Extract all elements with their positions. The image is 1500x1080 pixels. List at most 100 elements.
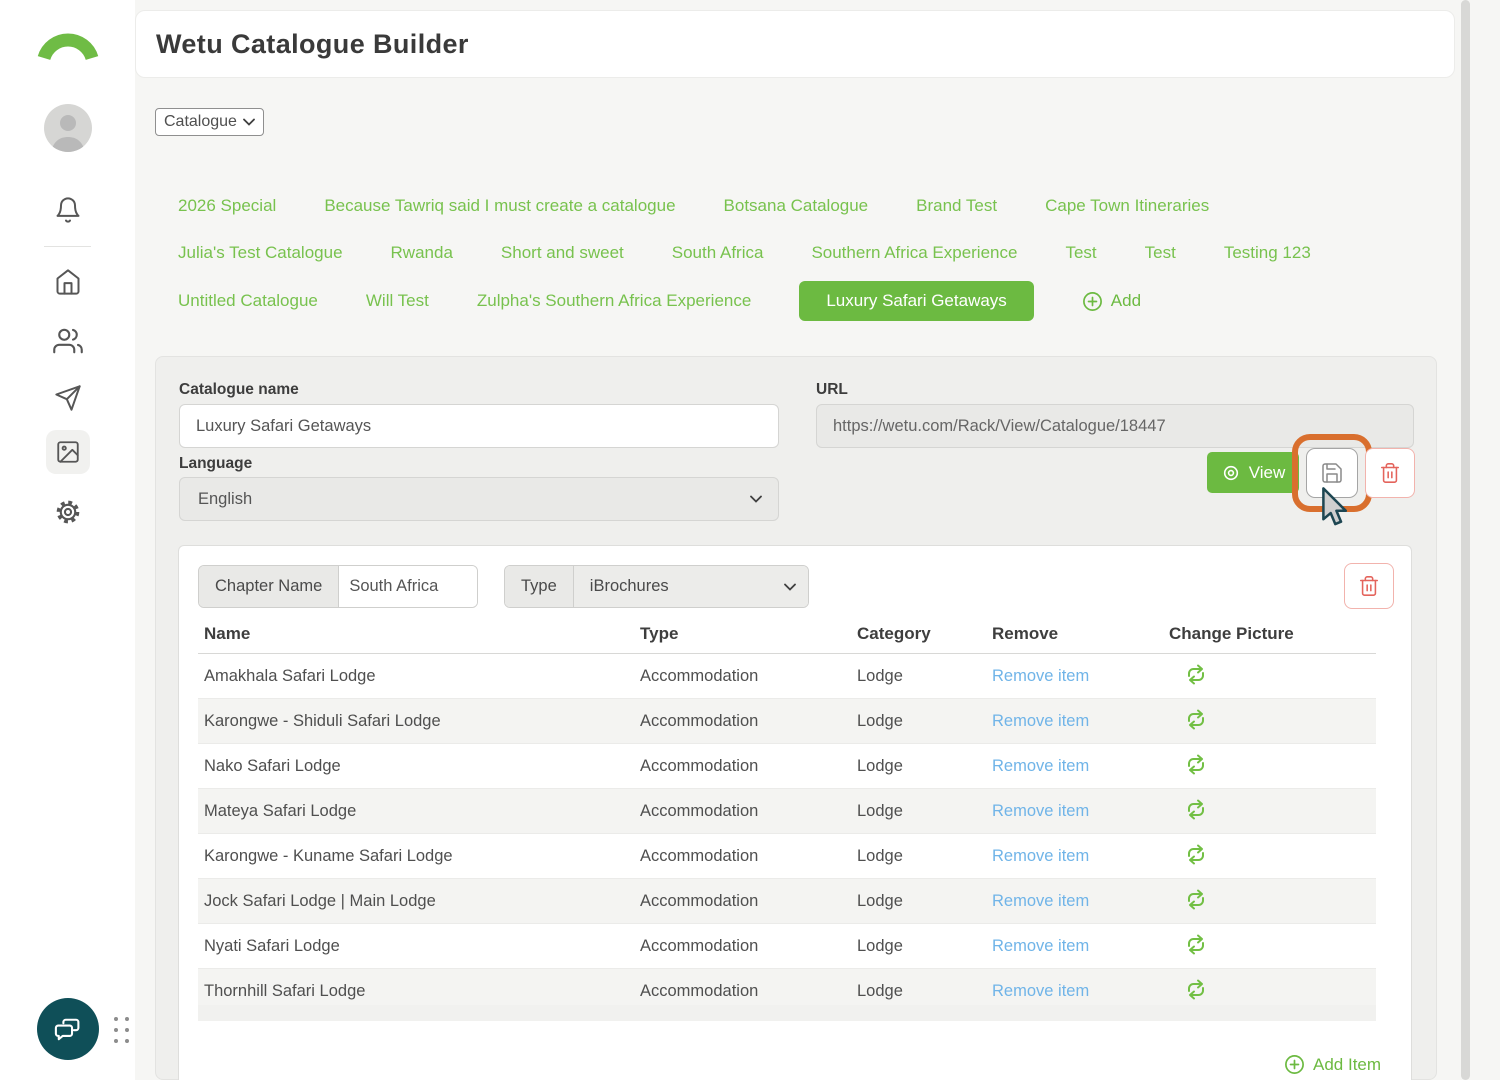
page-title: Wetu Catalogue Builder: [156, 28, 469, 59]
catalogue-name-input[interactable]: [179, 404, 779, 448]
catalogue-link[interactable]: Because Tawriq said I must create a cata…: [324, 196, 675, 216]
sidebar-item-media[interactable]: [0, 430, 135, 474]
sidebar-item-send[interactable]: [0, 384, 135, 412]
remove-item-link[interactable]: Remove item: [992, 802, 1089, 820]
column-header-change-picture: Change Picture: [1169, 624, 1294, 643]
change-picture-button[interactable]: [1184, 664, 1208, 686]
swap-arrows-icon: [1188, 934, 1204, 955]
sidebar-item-settings[interactable]: [0, 498, 135, 526]
swap-arrows-icon: [1188, 889, 1204, 910]
language-select[interactable]: English: [179, 477, 779, 521]
catalogue-link[interactable]: Test: [1065, 243, 1096, 263]
item-type: Accommodation: [640, 757, 759, 775]
catalogue-link[interactable]: Short and sweet: [501, 243, 624, 263]
trash-icon: [1359, 576, 1379, 596]
drag-handle[interactable]: [114, 1017, 129, 1043]
change-picture-button[interactable]: [1184, 889, 1208, 911]
chat-button[interactable]: [37, 998, 99, 1060]
language-label: Language: [179, 455, 253, 472]
chapter-type-label: Type: [505, 566, 574, 607]
table-header-row: Name Type Category Remove Change Picture: [198, 617, 1376, 654]
change-picture-button[interactable]: [1184, 709, 1208, 731]
add-item-button[interactable]: Add Item: [1284, 1054, 1381, 1075]
plus-circle-icon: [1082, 291, 1102, 311]
catalogue-link[interactable]: South Africa: [672, 243, 764, 263]
add-item-label: Add Item: [1313, 1054, 1382, 1074]
catalogue-link[interactable]: Botsana Catalogue: [724, 196, 869, 216]
item-category: Lodge: [857, 892, 903, 910]
url-input[interactable]: [816, 404, 1414, 448]
column-header-type: Type: [640, 624, 679, 643]
wetu-logo[interactable]: [0, 16, 135, 62]
catalogue-link[interactable]: Test: [1145, 243, 1176, 263]
delete-catalogue-button[interactable]: [1365, 448, 1415, 498]
chapter-card: Chapter Name Type iBrochures Name: [178, 545, 1412, 1080]
chapter-type-select[interactable]: iBrochures: [573, 566, 808, 607]
table-footer-strip: [198, 1005, 1376, 1021]
sidebar-item-users[interactable]: [0, 326, 135, 356]
chapter-type-value: iBrochures: [589, 577, 669, 595]
chapter-type-group: Type iBrochures: [504, 565, 809, 608]
catalogue-link[interactable]: Julia's Test Catalogue: [178, 243, 343, 263]
catalogue-link[interactable]: Cape Town Itineraries: [1045, 196, 1209, 216]
column-header-category: Category: [857, 624, 931, 643]
catalogue-links-row-2: Julia's Test Catalogue Rwanda Short and …: [178, 243, 1311, 263]
sidebar-item-home[interactable]: [0, 268, 135, 296]
chevron-down-icon: [243, 118, 255, 126]
item-type: Accommodation: [640, 892, 759, 910]
swap-arrows-icon: [1188, 844, 1204, 865]
change-picture-button[interactable]: [1184, 799, 1208, 821]
add-catalogue-button[interactable]: Add: [1082, 291, 1141, 312]
item-category: Lodge: [857, 937, 903, 955]
swap-arrows-icon: [1188, 979, 1204, 1000]
change-picture-button[interactable]: [1184, 979, 1208, 1001]
save-button[interactable]: [1306, 448, 1358, 498]
catalogue-link[interactable]: Will Test: [366, 291, 429, 311]
notifications-button[interactable]: [0, 196, 135, 224]
swap-arrows-icon: [1188, 709, 1204, 730]
remove-item-link[interactable]: Remove item: [992, 757, 1089, 775]
remove-item-link[interactable]: Remove item: [992, 937, 1089, 955]
home-icon: [56, 269, 79, 295]
eye-icon: [1223, 465, 1238, 480]
delete-chapter-button[interactable]: [1344, 563, 1394, 609]
table-row: Amakhala Safari Lodge Accommodation Lodg…: [198, 654, 1376, 699]
chapter-name-input[interactable]: [339, 566, 478, 607]
chat-bubbles-icon: [54, 1018, 80, 1041]
change-picture-button[interactable]: [1184, 934, 1208, 956]
remove-item-link[interactable]: Remove item: [992, 847, 1089, 865]
change-picture-button[interactable]: [1184, 754, 1208, 776]
catalogue-link[interactable]: Untitled Catalogue: [178, 291, 318, 311]
item-type: Accommodation: [640, 802, 759, 820]
remove-item-link[interactable]: Remove item: [992, 667, 1089, 685]
catalogue-link[interactable]: Rwanda: [391, 243, 453, 263]
plus-circle-icon: [1285, 1055, 1304, 1074]
catalogue-link[interactable]: Southern Africa Experience: [811, 243, 1017, 263]
gear-icon: [56, 500, 79, 524]
active-catalogue-button[interactable]: Luxury Safari Getaways: [799, 281, 1034, 321]
users-icon: [52, 328, 83, 354]
sidebar-divider: [44, 246, 91, 247]
catalogue-link[interactable]: Brand Test: [916, 196, 997, 216]
chevron-down-icon: [750, 495, 762, 503]
remove-item-link[interactable]: Remove item: [992, 892, 1089, 910]
change-picture-button[interactable]: [1184, 844, 1208, 866]
remove-item-link[interactable]: Remove item: [992, 982, 1089, 1000]
remove-item-link[interactable]: Remove item: [992, 712, 1089, 730]
item-name: Nyati Safari Lodge: [204, 937, 340, 955]
catalogue-link[interactable]: Testing 123: [1224, 243, 1311, 263]
item-category: Lodge: [857, 667, 903, 685]
table-row: Nyati Safari Lodge Accommodation Lodge R…: [198, 924, 1376, 969]
catalogue-link[interactable]: 2026 Special: [178, 196, 276, 216]
view-button[interactable]: View: [1207, 452, 1299, 493]
user-avatar[interactable]: [0, 104, 135, 152]
item-category: Lodge: [857, 757, 903, 775]
catalogue-link[interactable]: Zulpha's Southern Africa Experience: [477, 291, 751, 311]
catalogue-view-select-value: Catalogue: [164, 113, 237, 130]
catalogue-name-label: Catalogue name: [179, 381, 299, 398]
chevron-down-icon: [783, 583, 796, 591]
page-scrollbar[interactable]: [1461, 0, 1470, 1080]
trash-icon: [1380, 463, 1400, 483]
catalogue-view-select[interactable]: Catalogue: [155, 108, 264, 136]
url-label: URL: [816, 381, 848, 398]
